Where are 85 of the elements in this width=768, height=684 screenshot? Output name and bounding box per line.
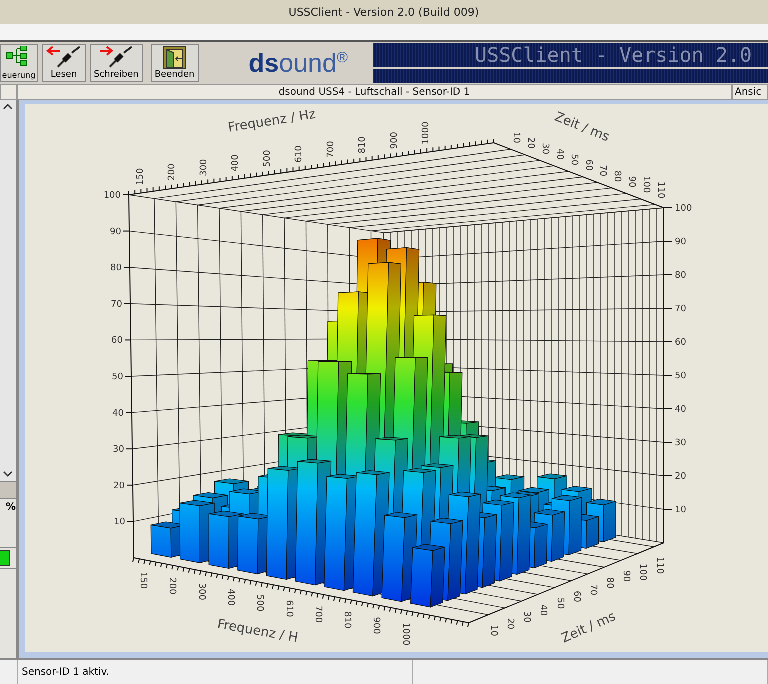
axis-tick-label: 40 [538,604,548,616]
toolbar-button[interactable]: Schreiben [90,44,143,82]
door-icon [162,46,187,70]
axis-tick-label: 700 [326,141,336,158]
axis-tick-label: 200 [168,164,178,181]
axis-tick-label: 60 [571,591,582,602]
brand-logo: dsound$^{®}$ [248,48,350,78]
axis-tick-label: 40 [554,148,564,160]
axis-tick-label: 900 [390,132,400,150]
axis-tick-label: 10 [114,518,126,528]
axis-tick-label: 80 [675,271,686,281]
axis-tick-label: 110 [654,557,664,574]
axis-tick-label: 300 [196,583,206,600]
axis-tick-label: 90 [675,238,686,248]
axis-tick-label: 300 [199,159,210,176]
axis-tick-label: 20 [114,481,125,492]
axis-tick-label: 1000 [422,122,432,145]
axis-tick-label: 70 [588,584,598,596]
axis-tick-label: 400 [225,588,236,606]
axis-tick-label: 30 [540,143,550,155]
axis-tick-label: 500 [262,150,273,168]
axis-tick-label: 610 [284,600,294,618]
toolbar-button[interactable]: euerung [0,44,38,82]
axis-tick-label: 60 [583,160,594,172]
axis-tick-label: 100 [104,191,121,201]
axis-tick-label: 100 [638,564,648,581]
axis-tick-label: 100 [675,204,692,214]
toolbar-button[interactable]: Lesen [42,44,86,82]
status-message: Sensor-ID 1 aktiv. [18,660,413,684]
axis-tick-label: 150 [138,572,148,590]
axis-tick-label: 400 [231,154,242,172]
axis-tick-label: 40 [112,408,124,419]
unit-label: % [6,501,16,515]
axis-tick-label: 70 [598,165,608,177]
status-indicator-button[interactable] [0,550,10,566]
axis-tick-label: 20 [505,618,516,630]
toolbar-button[interactable]: Beenden [150,44,199,82]
axis-tick-label: 50 [112,372,124,382]
axis-tick-label: 500 [254,594,265,612]
axis-tick-label: 150 [136,168,146,186]
axis-tick-label: 610 [294,146,305,163]
axis-tick-label: 1000 [400,622,410,646]
scroll-down-icon[interactable] [3,470,13,478]
display-text: USSClient - Version 2.0 [475,43,752,67]
axis-tick-label: 700 [312,606,323,624]
scroll-up-icon[interactable] [3,103,13,111]
side-tab-label: Ansic [732,84,768,100]
axis-tick-label: 60 [112,336,123,346]
axis-tick-label: 50 [675,372,686,382]
axis-tick-label: 30 [675,438,686,448]
axis-tick-label: 900 [371,617,382,634]
axis-title: Frequenz / H [216,617,300,646]
axis-tick-label: 810 [342,612,352,629]
scrollbar[interactable] [0,100,16,481]
header-cell [0,84,17,100]
axis-tick-label: 90 [110,227,122,238]
window-title: USSClient - Version 2.0 (Build 009) [288,6,480,18]
axis-tick-label: 50 [568,154,579,166]
axis-tick-label: 30 [522,611,532,623]
axis-tick-label: 90 [626,176,637,188]
axis-title: Zeit / ms [560,609,618,647]
axis-tick-label: 100 [641,176,652,194]
axis-tick-label: 60 [675,338,686,348]
axis-tick-label: 110 [656,182,666,199]
axis-tick-label: 30 [113,445,124,456]
axis-tick-label: 70 [111,300,122,310]
axis-tick-label: 20 [675,472,686,482]
axis-tick-label: 10 [675,506,686,516]
axis-tick-label: 20 [525,138,536,150]
axis-tick-label: 70 [675,304,686,314]
axis-title: Frequenz / Hz [227,107,317,136]
axis-tick-label: 50 [554,598,565,610]
arrow-left-plug-icon [46,46,82,68]
axis-tick-label: 40 [675,405,686,415]
axis-tick-label: 810 [358,136,368,154]
axis-tick-label: 200 [167,578,178,595]
axis-title: Zeit / ms [552,110,612,146]
axis-tick-label: 80 [604,577,615,589]
panel-header: dsound USS4 - Luftschall - Sensor-ID 1 [17,84,732,100]
axis-tick-label: 90 [621,570,632,582]
axis-tick-label: 80 [612,170,622,182]
axis-tick-label: 10 [488,625,498,636]
arrow-right-plug-icon [98,46,134,68]
axis-tick-label: 80 [110,264,122,274]
axis-tick-label: 10 [511,132,521,144]
